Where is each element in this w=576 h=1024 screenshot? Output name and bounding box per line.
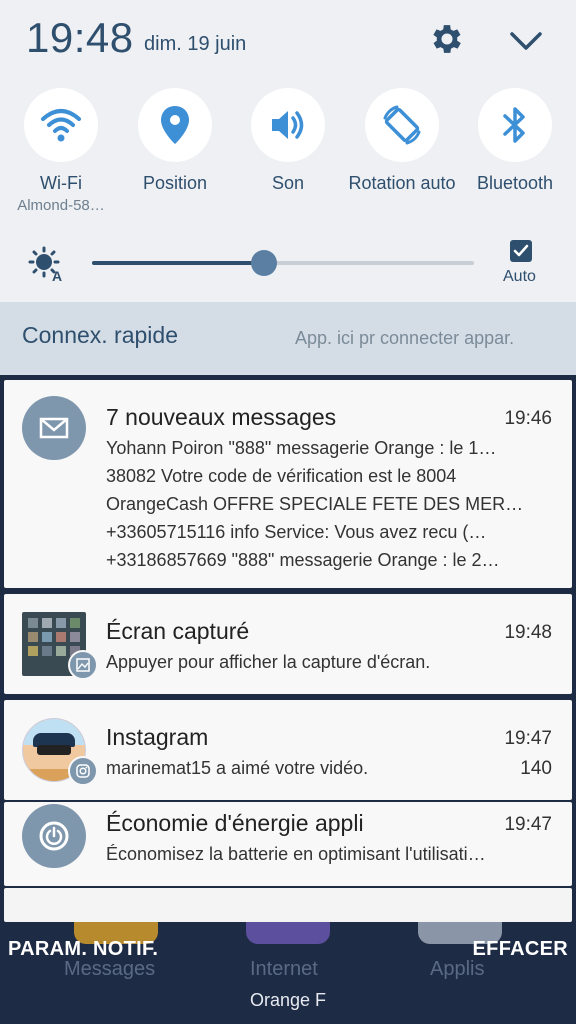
notification-text: Appuyer pour afficher la capture d'écran… <box>106 652 431 672</box>
message-icon <box>22 396 86 460</box>
date: dim. 19 juin <box>144 33 247 55</box>
dock-label-internet: Internet <box>250 958 318 980</box>
tile-bluetooth[interactable]: Bluetooth <box>457 88 573 195</box>
message-line: OrangeCash OFFRE SPECIALE FETE DES MER… <box>106 494 524 514</box>
notification-text: Économisez la batterie en optimisant l'u… <box>106 844 486 864</box>
auto-brightness-checkbox[interactable] <box>510 240 532 262</box>
carrier-label: Orange F <box>249 990 327 1010</box>
auto-brightness-label: Auto <box>503 268 536 285</box>
wifi-icon <box>41 109 81 142</box>
tile-label: Wi-Fi <box>40 173 82 193</box>
clock: 19:48 <box>26 14 134 61</box>
notification-time: 19:48 <box>504 622 552 643</box>
message-line: +33186857669 "888" messagerie Orange : l… <box>106 550 500 570</box>
notification-count: 140 <box>520 758 552 779</box>
notification-screenshot[interactable]: Écran capturé 19:48 Appuyer pour affiche… <box>4 594 572 694</box>
svg-text:A: A <box>52 268 62 283</box>
power-saving-icon <box>22 804 86 868</box>
tile-sound[interactable]: Son <box>230 88 346 195</box>
notification-text: marinemat15 a aimé votre vidéo. <box>106 758 369 778</box>
message-line: +33605715116 info Service: Vous avez rec… <box>106 522 487 542</box>
sound-icon <box>272 111 304 139</box>
message-line: 38082 Votre code de vérification est le … <box>106 466 457 486</box>
notification-title: Écran capturé <box>106 618 250 644</box>
notification-time: 19:47 <box>504 814 552 835</box>
tile-sublabel: Almond-58… <box>17 197 105 214</box>
image-icon <box>68 650 98 680</box>
quick-connect-hint: App. ici pr connecter appar. <box>295 328 515 348</box>
notification-title: Instagram <box>106 724 209 750</box>
notification-title: 7 nouveaux messages <box>106 404 337 430</box>
notification-instagram[interactable]: Instagram 19:47 marinemat15 a aimé votre… <box>4 700 572 800</box>
notification-time: 19:46 <box>504 408 552 429</box>
notification-messages[interactable]: 7 nouveaux messages 19:46 Yohann Poiron … <box>4 380 572 588</box>
dock-label-apps: Applis <box>430 958 485 980</box>
tile-label: Position <box>142 173 208 193</box>
tile-rotation[interactable]: Rotation auto <box>344 88 460 195</box>
bluetooth-icon <box>503 107 525 143</box>
tile-label: Bluetooth <box>476 173 554 193</box>
dock-label-messages: Messages <box>64 958 156 980</box>
brightness-slider-fill <box>92 261 264 265</box>
rotation-icon <box>383 105 421 145</box>
notification-energy-saver[interactable]: Économie d'énergie appli 19:47 Économise… <box>4 802 572 886</box>
gear-icon[interactable] <box>428 20 466 58</box>
dock-icon-internet <box>246 922 330 944</box>
notification-settings-button[interactable]: PARAM. NOTIF. <box>8 938 158 961</box>
chevron-down-icon[interactable] <box>506 24 546 56</box>
tile-wifi[interactable]: Wi-Fi Almond-58… <box>3 88 119 214</box>
notification-time: 19:47 <box>504 728 552 749</box>
clear-all-button[interactable]: EFFACER <box>473 938 568 961</box>
checkmark-icon <box>513 244 529 257</box>
brightness-slider-thumb[interactable] <box>251 250 277 276</box>
instagram-icon <box>68 756 98 786</box>
tile-label: Rotation auto <box>348 173 456 193</box>
quick-connect-title: Connex. rapide <box>22 322 178 348</box>
tile-position[interactable]: Position <box>117 88 233 195</box>
notification-overflow <box>4 888 572 922</box>
tile-label: Son <box>271 173 305 193</box>
notification-title: Économie d'énergie appli <box>106 810 364 836</box>
message-line: Yohann Poiron "888" messagerie Orange : … <box>106 438 497 458</box>
location-icon <box>161 106 189 144</box>
auto-brightness-icon: A <box>28 246 62 283</box>
